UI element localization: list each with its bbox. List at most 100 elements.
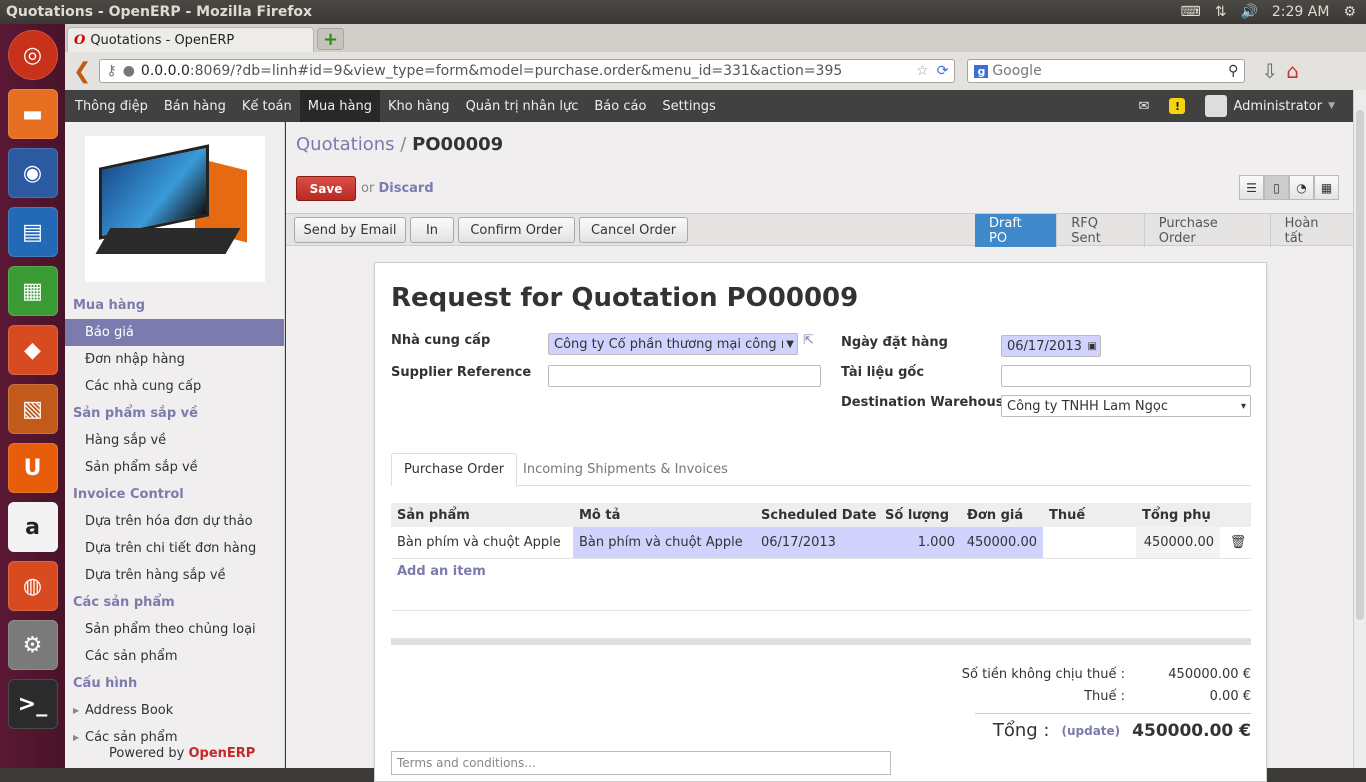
tab-purchase-order[interactable]: Purchase Order [391, 453, 518, 486]
sidebar-item-bao-gia[interactable]: Báo giá [65, 319, 284, 346]
menu-thong-diep[interactable]: Thông điệp [67, 90, 156, 122]
main-content: Quotations / PO00009 Save or Discard ☰ ▯… [286, 122, 1353, 782]
add-item-link[interactable]: Add an item [391, 559, 1251, 583]
mail-icon[interactable]: ✉ [1139, 99, 1150, 114]
cell-quantity[interactable]: 1.000 [879, 527, 961, 558]
status-hoan-tat[interactable]: Hoàn tất [1269, 214, 1353, 247]
cell-description[interactable]: Bàn phím và chuột Apple [573, 527, 755, 558]
confirm-order-button[interactable]: Confirm Order [458, 217, 575, 243]
home-icon[interactable]: ⌂ [1286, 59, 1299, 83]
status-purchase-order[interactable]: Purchase Order [1143, 214, 1270, 247]
col-product[interactable]: Sản phẩm [391, 503, 573, 527]
expand-arrow-icon[interactable]: ▶ [73, 706, 79, 715]
sidebar-item-don-nhap-hang[interactable]: Đơn nhập hàng [65, 346, 284, 373]
calendar-icon[interactable]: ▣ [1088, 341, 1100, 352]
cancel-order-button[interactable]: Cancel Order [579, 217, 688, 243]
menu-bao-cao[interactable]: Báo cáo [586, 90, 654, 122]
col-description[interactable]: Mô tả [573, 503, 755, 527]
menu-kho-hang[interactable]: Kho hàng [380, 90, 458, 122]
col-quantity[interactable]: Số lượng [879, 503, 961, 527]
col-unit-price[interactable]: Đơn giá [961, 503, 1043, 527]
cell-unit-price[interactable]: 450000.00 [961, 527, 1043, 558]
search-icon[interactable]: ⚲ [1228, 63, 1238, 79]
ubuntuone-music-icon[interactable]: ◍ [7, 561, 58, 611]
bookmark-star-icon[interactable]: ☆ [916, 63, 929, 79]
cell-tax[interactable] [1043, 527, 1136, 558]
dropdown-arrow-icon[interactable]: ▼ [783, 339, 797, 350]
search-bar[interactable]: g Google ⚲ [967, 59, 1246, 83]
new-tab-button[interactable]: + [317, 28, 344, 50]
amazon-icon[interactable]: a [7, 502, 58, 552]
sidebar-item-hang-sap-ve-2[interactable]: Dựa trên hàng sắp về [65, 562, 284, 589]
warning-icon[interactable]: ! [1169, 98, 1186, 114]
col-scheduled-date[interactable]: Scheduled Date [755, 503, 879, 527]
sidebar-item-chi-tiet-don-hang[interactable]: Dựa trên chi tiết đơn hàng [65, 535, 284, 562]
powered-by[interactable]: Powered by OpenERP [109, 746, 255, 761]
graph-view-icon[interactable]: ◔ [1289, 175, 1314, 200]
url-bar[interactable]: ⚷ ● 0.0.0.0 :8069/?db=linh#id=9&view_typ… [99, 59, 956, 83]
network-icon[interactable]: ⇅ [1215, 4, 1227, 20]
trash-icon[interactable]: 🗑 [1220, 527, 1250, 558]
source-doc-field[interactable] [1001, 365, 1251, 387]
firefox-icon[interactable]: ◉ [7, 148, 58, 198]
ubuntu-dash-icon[interactable]: ◎ [7, 30, 58, 80]
terms-field[interactable]: Terms and conditions... [391, 751, 891, 775]
discard-link[interactable]: Discard [378, 181, 433, 196]
downloads-icon[interactable]: ⇩ [1261, 59, 1278, 83]
calendar-view-icon[interactable]: ▦ [1314, 175, 1339, 200]
sidebar-item-hang-sap-ve[interactable]: Hàng sắp về [65, 427, 284, 454]
user-name: Administrator [1233, 98, 1323, 114]
print-button[interactable]: In [410, 217, 454, 243]
list-view-icon[interactable]: ☰ [1239, 175, 1264, 200]
external-link-icon[interactable]: ⇱ [803, 333, 814, 348]
col-subtotal[interactable]: Tổng phụ [1136, 503, 1220, 527]
update-link[interactable]: (update) [1061, 724, 1120, 738]
expand-arrow-icon[interactable]: ▶ [73, 733, 79, 742]
sidebar-item-san-pham-sap-ve[interactable]: Sản phẩm sắp về [65, 454, 284, 481]
menu-ban-hang[interactable]: Bán hàng [156, 90, 234, 122]
status-draft-po[interactable]: Draft PO [975, 214, 1057, 247]
send-email-button[interactable]: Send by Email [294, 217, 406, 243]
col-tax[interactable]: Thuế [1043, 503, 1136, 527]
ubuntu-one-icon[interactable]: U [7, 443, 58, 493]
status-rfq-sent[interactable]: RFQ Sent [1056, 214, 1144, 247]
files-icon[interactable]: ▬ [7, 89, 58, 139]
cell-scheduled-date[interactable]: 06/17/2013 [755, 527, 879, 558]
warehouse-select[interactable]: Công ty TNHH Lam Ngọc ▾ [1001, 395, 1251, 417]
clock[interactable]: 2:29 AM [1272, 4, 1330, 20]
supplier-field[interactable]: Công ty Cổ phần thương mại công nghệ▼ [548, 333, 798, 355]
order-date-field[interactable]: 06/17/2013 ▣ [1001, 335, 1101, 357]
system-settings-icon[interactable]: ⚙ [7, 620, 58, 670]
menu-mua-hang[interactable]: Mua hàng [299, 90, 381, 122]
user-menu[interactable]: Administrator ▼ [1205, 95, 1335, 117]
supplier-ref-field[interactable] [548, 365, 821, 387]
form-view-icon[interactable]: ▯ [1264, 175, 1289, 200]
sidebar-item-hoa-don-du-thao[interactable]: Dựa trên hóa đơn dự thảo [65, 508, 284, 535]
menu-ke-toan[interactable]: Kế toán [234, 90, 300, 122]
page-scrollbar[interactable] [1353, 90, 1366, 768]
dropdown-arrow-icon[interactable]: ▾ [1241, 401, 1250, 412]
terminal-icon[interactable]: >_ [7, 679, 58, 729]
sidebar-item-cac-san-pham[interactable]: Các sản phẩm [65, 643, 284, 670]
software-center-icon[interactable]: ◆ [7, 325, 58, 375]
menu-quan-tri-nhan-luc[interactable]: Quản trị nhân lực [458, 90, 587, 122]
cell-product[interactable]: Bàn phím và chuột Apple [391, 527, 573, 558]
back-icon[interactable]: ❮ [73, 59, 91, 84]
browser-tab[interactable]: O Quotations - OpenERP [67, 27, 314, 52]
tab-incoming-shipments[interactable]: Incoming Shipments & Invoices [511, 453, 740, 486]
settings-gear-icon[interactable]: ⚙ [1343, 4, 1356, 20]
breadcrumb-parent[interactable]: Quotations [296, 134, 395, 155]
save-button[interactable]: Save [296, 176, 356, 201]
volume-icon[interactable]: 🔊 [1240, 4, 1257, 20]
writer-icon[interactable]: ▤ [7, 207, 58, 257]
calc-icon[interactable]: ▦ [7, 266, 58, 316]
sidebar-item-address-book[interactable]: ▶ Address Book [65, 697, 284, 724]
reload-icon[interactable]: ⟳ [937, 63, 949, 79]
url-host: 0.0.0.0 [140, 63, 190, 79]
sidebar-item-nha-cung-cap[interactable]: Các nhà cung cấp [65, 373, 284, 400]
menu-settings[interactable]: Settings [654, 90, 723, 122]
sidebar-item-san-pham-chung-loai[interactable]: Sản phẩm theo chủng loại [65, 616, 284, 643]
keyboard-icon[interactable]: ⌨ [1181, 4, 1201, 20]
impress-icon[interactable]: ▧ [7, 384, 58, 434]
table-row[interactable]: Bàn phím và chuột Apple Bàn phím và chuộ… [391, 527, 1251, 559]
